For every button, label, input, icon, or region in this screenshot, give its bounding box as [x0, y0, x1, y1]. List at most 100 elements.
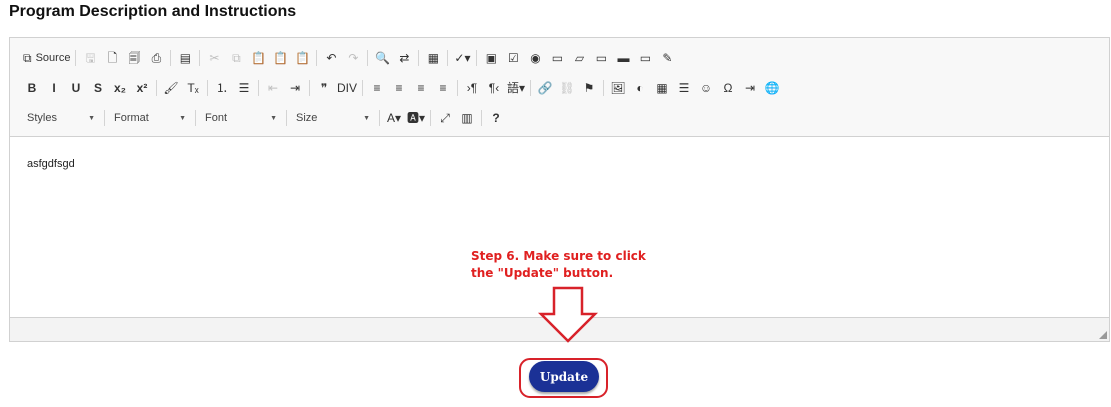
align-right-button[interactable]: ≡ [410, 77, 432, 99]
link-button[interactable]: 🔗 [534, 77, 556, 99]
update-button[interactable]: Update [529, 361, 599, 392]
toolbar-separator [75, 50, 77, 66]
editor-toolbar: ⧉ Source 🖫 🗋 🗐 ⎙ ▤ ✂ ⧉ 📋 📋 📋 ↶ ↷ 🔍 ⇄ ▦ ✓▾ ▣ ☑ ◉ ▭ ▱ ▭ ▬ ▭ ✎ B I U Sx₂… [10, 38, 1109, 137]
iframe-button[interactable]: 🌐 [761, 77, 783, 99]
form-button[interactable]: ▣ [480, 47, 502, 69]
align-center-button[interactable]: ≡ [388, 77, 410, 99]
replace-button[interactable]: ⇄ [393, 47, 415, 69]
copy-button[interactable]: ⧉ [225, 47, 247, 69]
ltr-button[interactable]: ›¶ [461, 77, 483, 99]
unlink-button[interactable]: ⛓ [556, 77, 578, 99]
about-button[interactable]: ? [485, 107, 507, 129]
source-button[interactable]: ⧉ Source [21, 47, 72, 69]
textarea-button[interactable]: ▱ [568, 47, 590, 69]
toolbar-separator [104, 110, 105, 126]
save-icon: 🖫 [85, 51, 96, 65]
superscript-button[interactable]: x² [131, 77, 153, 99]
special-char-button[interactable]: Ω [717, 77, 739, 99]
select-all-button[interactable]: ▦ [422, 47, 444, 69]
hiddenfield-button[interactable]: ✎ [656, 47, 678, 69]
save-button[interactable]: 🖫 [79, 47, 101, 69]
underline-button[interactable]: U [65, 77, 87, 99]
imagebutton-button[interactable]: ▭ [634, 47, 656, 69]
find-button[interactable]: 🔍 [371, 47, 393, 69]
strike-button[interactable]: S [87, 77, 109, 99]
strike-icon: S [93, 81, 102, 95]
toolbar-separator [418, 50, 420, 66]
undo-button[interactable]: ↶ [320, 47, 342, 69]
remove-format-button[interactable]: Tₓ [182, 77, 204, 99]
checkbox-button[interactable]: ☑ [502, 47, 524, 69]
select-button[interactable]: ▭ [590, 47, 612, 69]
styles-combo[interactable]: Styles ▼ [21, 107, 101, 129]
button-button[interactable]: ▬ [612, 47, 634, 69]
page-title: Program Description and Instructions [9, 3, 297, 20]
toolbar-separator [362, 80, 364, 96]
textfield-icon: ▭ [551, 51, 564, 65]
hline-button[interactable]: ☰ [673, 77, 695, 99]
italic-button[interactable]: I [43, 77, 65, 99]
italic-icon: I [52, 81, 56, 95]
rtl-icon: ¶‹ [488, 81, 500, 95]
numbered-list-button[interactable]: ⒈ [211, 77, 233, 99]
paste-text-button[interactable]: 📋 [269, 47, 291, 69]
align-left-button[interactable]: ≡ [366, 77, 388, 99]
anchor-button[interactable]: ⚑ [578, 77, 600, 99]
resize-handle-icon[interactable] [1099, 331, 1107, 339]
bg-color-button[interactable]: 🅰▾ [405, 107, 427, 129]
textfield-button[interactable]: ▭ [546, 47, 568, 69]
div-icon: DIV [337, 81, 358, 95]
outdent-button[interactable]: ⇤ [262, 77, 284, 99]
print-icon: ⎙ [151, 51, 162, 65]
format-combo[interactable]: Format ▼ [108, 107, 192, 129]
redo-button[interactable]: ↷ [342, 47, 364, 69]
editor-content-text: asfgdfsgd [27, 158, 75, 170]
size-combo[interactable]: Size ▼ [290, 107, 376, 129]
down-arrow-icon [537, 286, 599, 343]
language-button[interactable]: 語▾ [505, 77, 527, 99]
chevron-down-icon: ▼ [88, 114, 95, 122]
size-label: Size [296, 112, 318, 124]
font-combo[interactable]: Font ▼ [199, 107, 283, 129]
toolbar-separator [530, 80, 532, 96]
image-button[interactable]: 🖼 [607, 77, 629, 99]
indent-button[interactable]: ⇥ [284, 77, 306, 99]
font-label: Font [205, 112, 228, 124]
show-blocks-icon: ▥ [461, 111, 473, 125]
text-color-button[interactable]: A▾ [383, 107, 405, 129]
show-blocks-button[interactable]: ▥ [456, 107, 478, 129]
paste-word-button[interactable]: 📋 [291, 47, 313, 69]
table-icon: ▦ [656, 81, 668, 95]
toolbar-separator [481, 110, 483, 126]
table-button[interactable]: ▦ [651, 77, 673, 99]
paste-button[interactable]: 📋 [247, 47, 269, 69]
bold-button[interactable]: B [21, 77, 43, 99]
page-break-icon: ⇥ [745, 81, 756, 95]
templates-button[interactable]: ▤ [174, 47, 196, 69]
justify-icon: ≡ [439, 81, 447, 95]
chevron-down-icon: ▼ [179, 114, 186, 122]
text-color-icon: A▾ [386, 111, 402, 125]
maximize-button[interactable]: ⤢ [434, 107, 456, 129]
annotation-line-1: Step 6. Make sure to click [471, 249, 646, 263]
about-icon: ? [492, 111, 500, 125]
cut-button[interactable]: ✂ [203, 47, 225, 69]
spellcheck-button[interactable]: ✓▾ [451, 47, 473, 69]
subscript-button[interactable]: x₂ [109, 77, 131, 99]
preview-button[interactable]: 🗐 [123, 47, 145, 69]
paste-text-icon: 📋 [272, 51, 288, 65]
spellcheck-icon: ✓▾ [454, 51, 471, 65]
annotation-line-2: the "Update" button. [471, 266, 614, 280]
page-break-button[interactable]: ⇥ [739, 77, 761, 99]
print-button[interactable]: ⎙ [145, 47, 167, 69]
new-page-button[interactable]: 🗋 [101, 47, 123, 69]
rtl-button[interactable]: ¶‹ [483, 77, 505, 99]
div-button[interactable]: DIV [335, 77, 359, 99]
justify-button[interactable]: ≡ [432, 77, 454, 99]
flash-button[interactable]: ◐ [629, 77, 651, 99]
bulleted-list-button[interactable]: ☰ [233, 77, 255, 99]
copy-format-button[interactable]: 🖌 [160, 77, 182, 99]
smiley-button[interactable]: ☺ [695, 77, 717, 99]
blockquote-button[interactable]: ❞ [313, 77, 335, 99]
radio-button[interactable]: ◉ [524, 47, 546, 69]
